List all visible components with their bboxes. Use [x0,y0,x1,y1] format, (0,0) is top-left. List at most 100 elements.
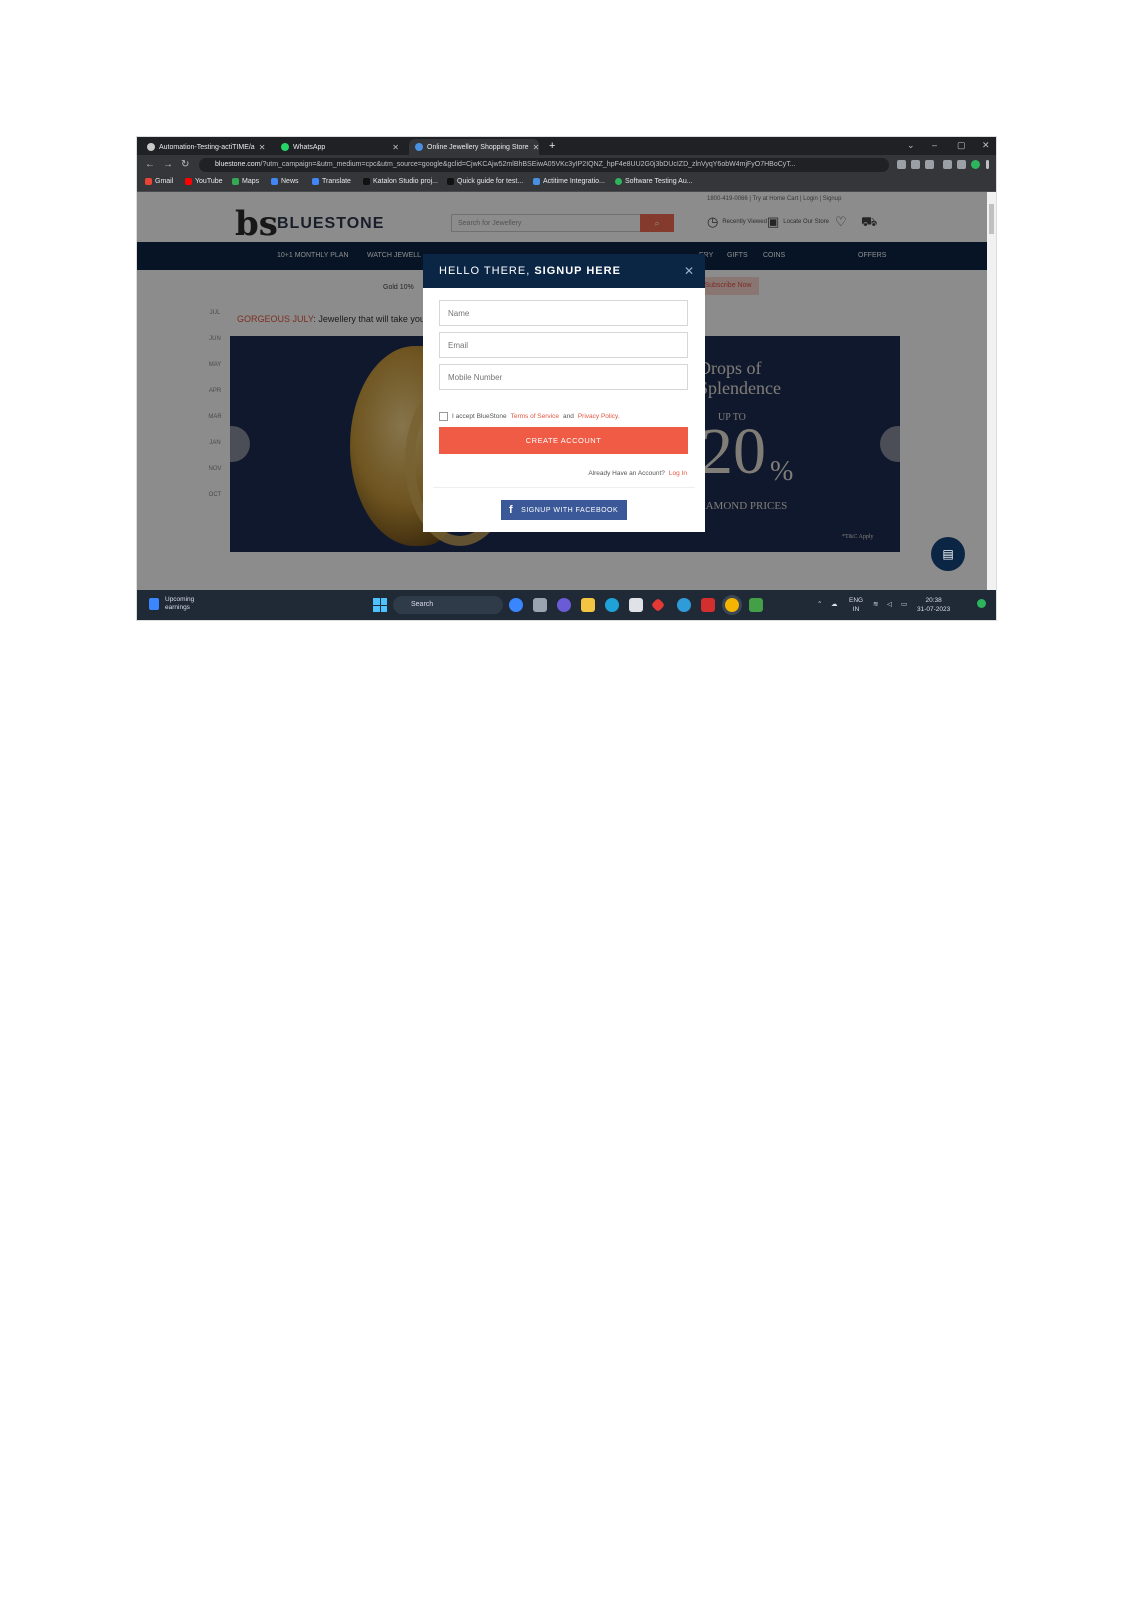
terms-row: I accept BlueStone Terms of Service and … [439,412,620,421]
maximize-icon[interactable]: ▢ [957,140,966,151]
language-indicator[interactable]: ENG IN [849,596,863,614]
volume-icon[interactable]: ◁ [887,600,892,609]
mcafee-icon[interactable] [701,598,715,612]
share-icon[interactable] [911,160,920,169]
bookmark-news[interactable]: News [271,178,299,185]
chat-button[interactable]: ▤ [931,537,965,571]
reload-icon[interactable]: ↻ [181,159,189,170]
modal-divider [433,487,695,488]
profile-icon[interactable] [971,160,980,169]
clock-time: 20:38 [925,597,942,604]
widgets-icon [149,598,159,610]
bookmark-label: Translate [322,178,351,185]
signup-facebook-button[interactable]: f SIGNUP WITH FACEBOOK [501,500,627,520]
teams-chat-icon[interactable] [557,598,571,612]
wifi-icon[interactable]: ≋ [873,600,878,609]
sidepanel-icon[interactable] [957,160,966,169]
new-tab-icon[interactable]: + [549,139,555,153]
taskbar-search[interactable]: Search [393,596,503,614]
bookmark-software-testing[interactable]: Software Testing Au... [615,178,693,185]
bookmark-label: Software Testing Au... [625,178,693,185]
translate-icon [312,178,319,185]
bookmarks-bar: Gmail YouTube Maps News Translate Katalo… [137,175,996,192]
tab-title: Automation-Testing-actiTIME/a [159,143,255,151]
weather-widget[interactable]: Upcoming earnings [149,596,194,612]
tray-chevron-icon[interactable]: ⌃ [817,600,822,609]
star-icon[interactable] [925,160,934,169]
windows-start-icon[interactable] [373,598,387,612]
close-icon[interactable]: ✕ [533,143,539,152]
facebook-button-label: SIGNUP WITH FACEBOOK [521,506,619,514]
widget-line2: earnings [165,604,190,611]
mobile-number-field[interactable] [439,364,688,390]
lang-line2: IN [852,606,860,613]
windows-taskbar: Upcoming earnings Search ⌃ ☁ ENG IN ≋ ◁ … [137,590,996,620]
facebook-icon: f [509,504,514,516]
tab-search-icon[interactable]: ⌄ [907,140,915,151]
onedrive-icon[interactable]: ☁ [831,600,838,609]
chrome-icon[interactable] [725,598,739,612]
store-app-icon[interactable] [629,598,643,612]
minimize-icon[interactable]: – [932,140,937,150]
back-icon[interactable]: ← [145,159,155,170]
close-icon[interactable]: ✕ [684,254,695,288]
google-lens-icon[interactable] [897,160,906,169]
battery-icon[interactable]: ▭ [901,600,907,609]
edge-icon[interactable] [605,598,619,612]
whatsapp-icon [281,143,289,151]
forward-icon[interactable]: → [163,159,173,170]
modal-title-bold: SIGNUP HERE [534,265,621,277]
actitime-icon [533,178,540,185]
bookmark-gmail[interactable]: Gmail [145,178,173,185]
tab-actitime[interactable]: Automation-Testing-actiTIME/a ✕ [141,139,271,155]
youtube-icon [185,178,192,185]
tab-title: WhatsApp [293,143,326,151]
login-link[interactable]: Log In [669,470,687,477]
terms-and: and [562,413,574,420]
app-icon[interactable] [650,597,666,613]
bookmark-katalon[interactable]: Katalon Studio proj... [363,178,438,185]
katalon-icon [363,178,370,185]
modal-title-lead: HELLO THERE, [439,265,535,277]
bookmark-actitime[interactable]: Actitime Integratio... [533,178,605,185]
eclipse-icon[interactable] [677,598,691,612]
close-icon[interactable]: ✕ [392,143,399,152]
url-path: /?utm_campaign=&utm_medium=cpc&utm_sourc… [260,161,796,168]
tab-bluestone[interactable]: Online Jewellery Shopping Store ✕ [409,139,539,155]
bookmark-label: News [281,178,299,185]
privacy-policy-link[interactable]: Privacy Policy. [578,413,620,420]
task-view-icon[interactable] [533,598,547,612]
bookmark-label: Quick guide for test... [457,178,524,185]
window-close-icon[interactable]: ✕ [982,140,990,151]
copilot-icon[interactable] [509,598,523,612]
menu-icon[interactable] [986,160,989,169]
close-icon[interactable]: ✕ [259,143,266,152]
bookmark-translate[interactable]: Translate [312,178,351,185]
bookmark-maps[interactable]: Maps [232,178,259,185]
url-field[interactable]: bluestone.com/?utm_campaign=&utm_medium=… [199,158,889,172]
software-testing-icon [615,178,622,185]
create-account-button[interactable]: CREATE ACCOUNT [439,427,688,454]
lang-line1: ENG [849,597,864,604]
name-field[interactable] [439,300,688,326]
url-host: bluestone.com [215,161,261,168]
terms-of-service-link[interactable]: Terms of Service [511,413,559,420]
notification-icon[interactable] [977,599,986,608]
terminal-icon[interactable] [749,598,763,612]
page-scrollbar[interactable] [987,192,996,590]
github-icon [147,143,155,151]
file-explorer-icon[interactable] [581,598,595,612]
clock[interactable]: 20:38 31-07-2023 [917,596,950,614]
katalon-icon [447,178,454,185]
chat-icon: ▤ [942,547,954,561]
terms-checkbox[interactable] [439,412,448,421]
tab-whatsapp[interactable]: WhatsApp ✕ [275,139,405,155]
already-account-text: Already Have an Account? [588,470,665,477]
email-field[interactable] [439,332,688,358]
scroll-thumb[interactable] [989,204,994,234]
bookmark-quick-guide[interactable]: Quick guide for test... [447,178,523,185]
extensions-icon[interactable] [943,160,952,169]
browser-tab-bar: Automation-Testing-actiTIME/a ✕ WhatsApp… [137,137,996,155]
bookmark-youtube[interactable]: YouTube [185,178,223,185]
login-prompt: Already Have an Account? Log In [588,470,687,477]
